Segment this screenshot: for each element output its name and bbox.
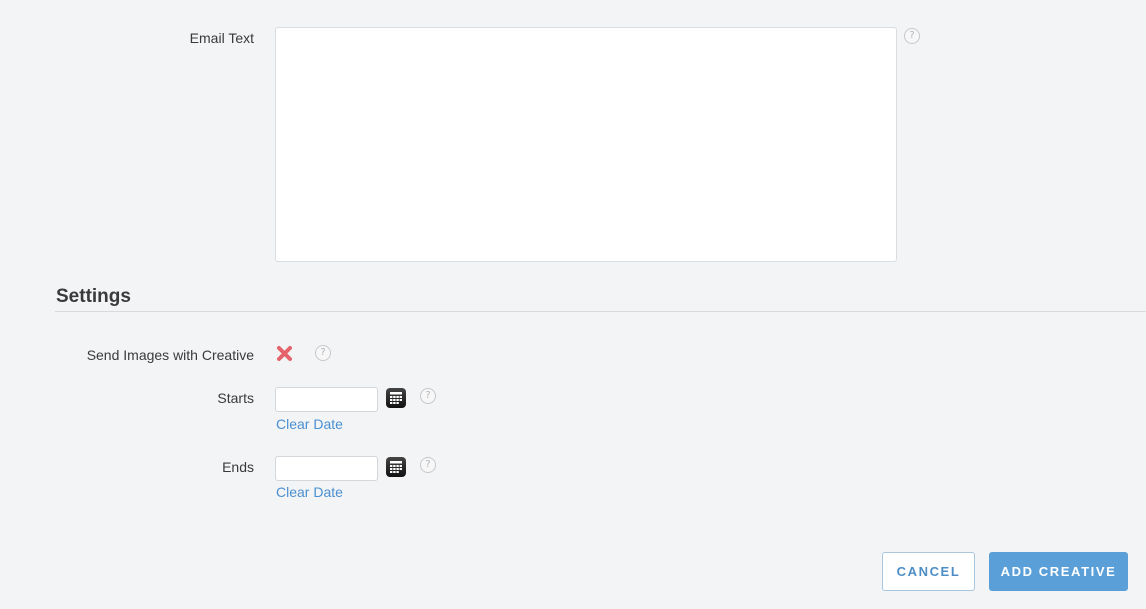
send-images-label: Send Images with Creative xyxy=(86,347,254,363)
starts-date-input[interactable] xyxy=(275,387,378,412)
ends-clear-date-link[interactable]: Clear Date xyxy=(276,484,343,500)
calendar-icon xyxy=(390,461,402,473)
cancel-button[interactable]: Cancel xyxy=(882,552,975,591)
starts-label: Starts xyxy=(217,390,254,406)
x-icon[interactable] xyxy=(276,345,293,362)
add-creative-button[interactable]: Add Creative xyxy=(989,552,1128,591)
ends-calendar-icon[interactable] xyxy=(386,457,406,477)
ends-date-input[interactable] xyxy=(275,456,378,481)
ends-label: Ends xyxy=(222,459,254,475)
starts-clear-date-link[interactable]: Clear Date xyxy=(276,416,343,432)
starts-calendar-icon[interactable] xyxy=(386,388,406,408)
settings-section-title: Settings xyxy=(56,286,131,307)
x-icon-glyph xyxy=(277,346,292,361)
email-text-label: Email Text xyxy=(189,30,254,46)
ends-help-icon[interactable]: ? xyxy=(420,457,436,473)
email-text-help-icon[interactable]: ? xyxy=(904,28,920,44)
calendar-icon xyxy=(390,392,402,404)
starts-help-icon[interactable]: ? xyxy=(420,388,436,404)
send-images-help-icon[interactable]: ? xyxy=(315,345,331,361)
email-text-textarea[interactable] xyxy=(275,27,897,262)
settings-divider xyxy=(55,311,1146,312)
